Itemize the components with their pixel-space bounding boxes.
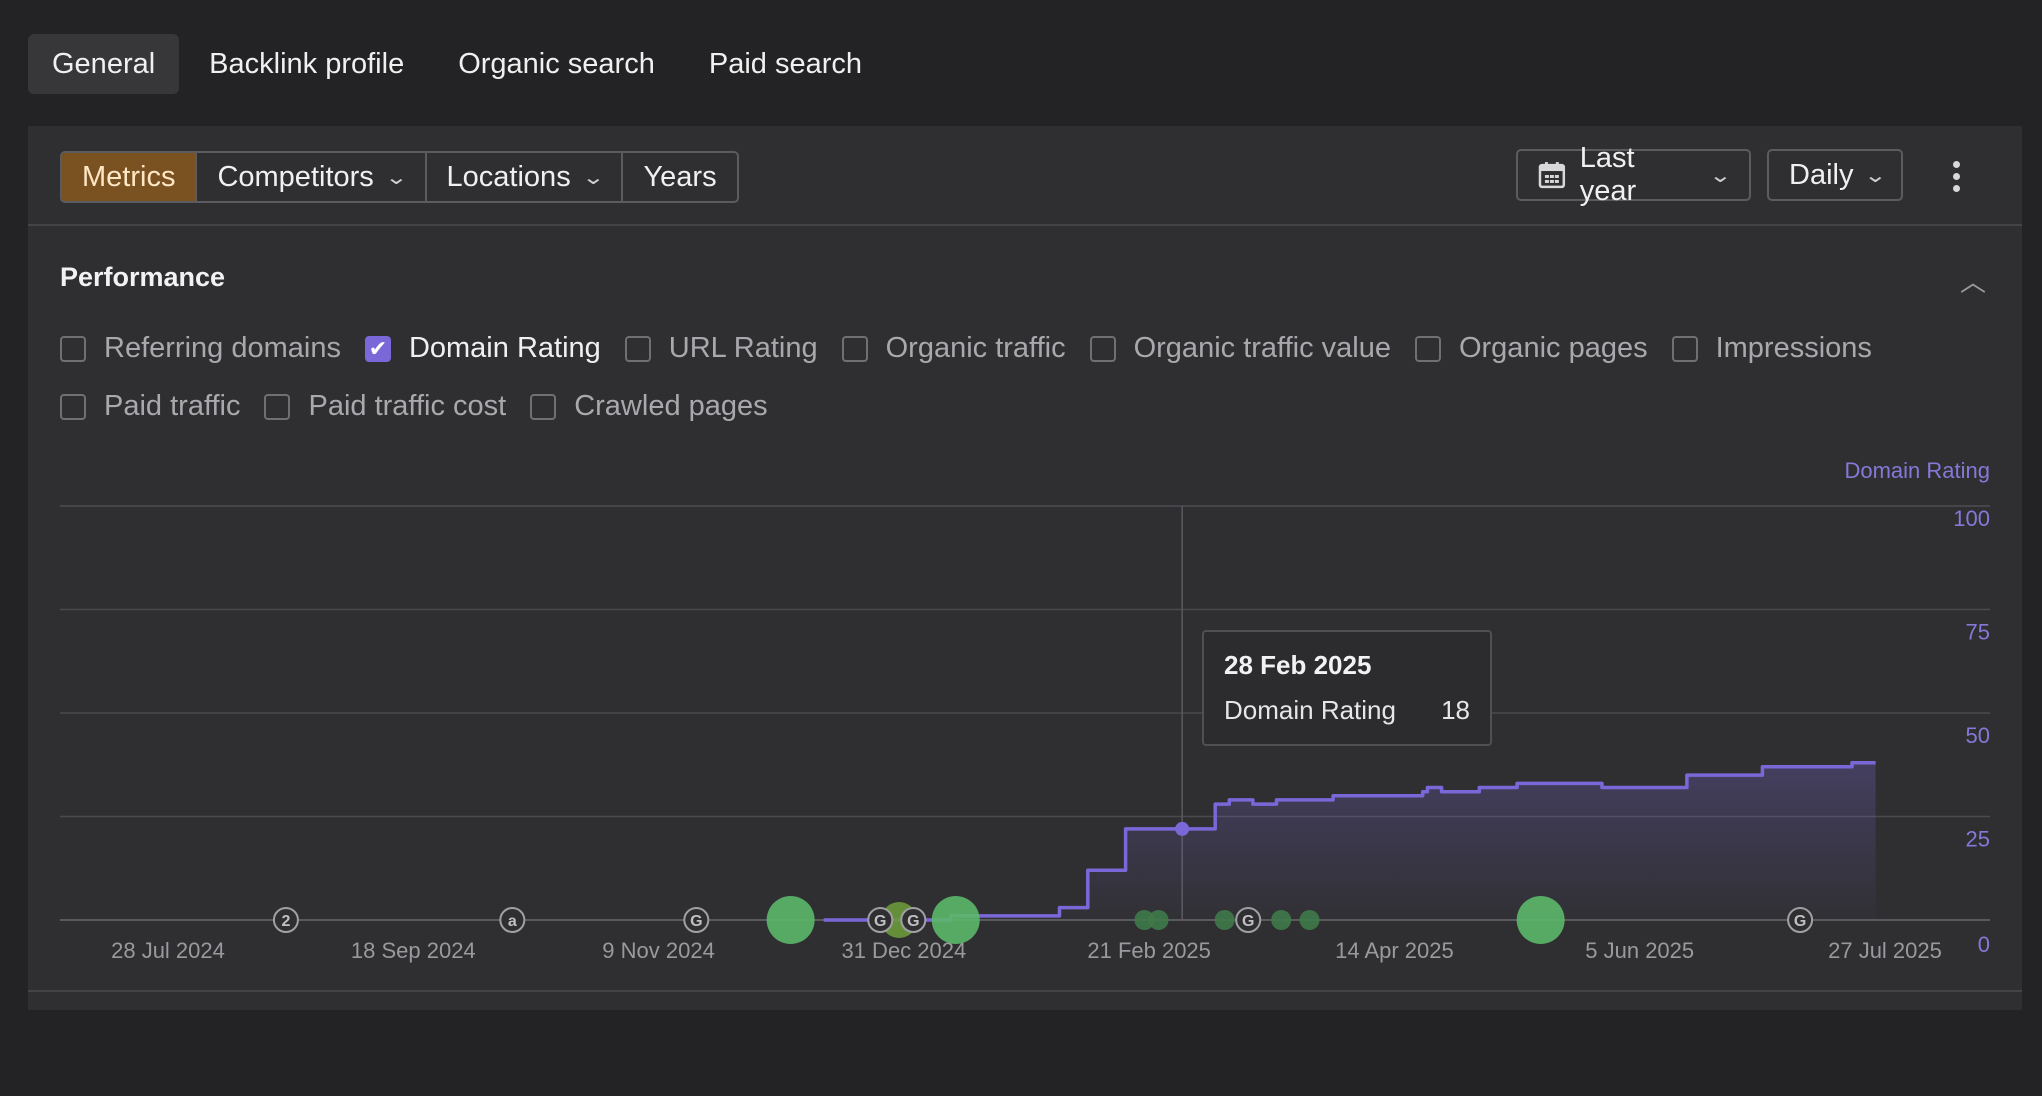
metric-checkboxes-row-2: Paid traffic Paid traffic cost Crawled p… [60,390,792,423]
annotation-marker-label: 2 [281,913,290,930]
checkbox-label: Organic traffic [885,332,1066,364]
checkbox-box [60,335,86,362]
checkbox-url-rating[interactable]: URL Rating [624,332,818,365]
checkbox-label: Paid traffic [104,390,241,422]
x-tick-label: 27 Jul 2025 [1828,938,1942,963]
x-tick-label: 28 Jul 2024 [111,938,225,963]
chart-tooltip: 28 Feb 2025 Domain Rating 18 [1202,630,1492,746]
tooltip-value: 18 [1441,695,1470,725]
tab-organic-search[interactable]: Organic search [434,34,679,94]
metrics-label: Metrics [82,160,176,193]
checkbox-referring-domains[interactable]: Referring domains [60,332,341,365]
event-circle [1516,896,1565,944]
x-tick-label: 5 Jun 2025 [1585,938,1694,963]
section-title: Performance [60,262,226,292]
checkbox-crawled-pages[interactable]: Crawled pages [530,390,768,423]
hover-point [1175,821,1190,836]
checkbox-organic-pages[interactable]: Organic pages [1414,332,1648,365]
checkbox-impressions[interactable]: Impressions [1671,332,1872,365]
panel-divider [28,990,2022,992]
chevron-down-icon: ⌄ [1864,164,1888,187]
years-button[interactable]: Years [623,153,736,201]
checkbox-label: Organic pages [1458,332,1648,364]
event-circle [766,896,815,944]
annotation-marker-label: G [907,913,919,930]
y-tick-label: 75 [1966,620,1990,645]
x-tick-label: 9 Nov 2024 [602,938,715,963]
x-tick-label: 18 Sep 2024 [351,938,476,963]
competitors-label: Competitors [217,160,374,193]
tooltip-date: 28 Feb 2025 [1224,650,1372,680]
checkbox-box [264,393,291,420]
y-tick-label: 100 [1953,506,1990,531]
checkbox-box [624,335,651,362]
checkbox-label: Domain Rating [408,332,601,364]
competitors-dropdown[interactable]: Competitors ⌄ [197,153,427,201]
tab-paid-search[interactable]: Paid search [685,34,886,94]
chevron-down-icon: ⌄ [384,166,408,189]
granularity-label: Daily [1789,158,1854,191]
more-options-icon[interactable] [1938,156,1974,196]
tab-backlink-profile[interactable]: Backlink profile [185,34,428,94]
annotation-marker-label: a [508,913,517,930]
overview-panel: Metrics Competitors ⌄ Locations ⌄ Years La… [28,126,2022,1010]
locations-label: Locations [446,160,571,193]
checkbox-label: Impressions [1715,332,1872,364]
event-circle [1148,910,1169,930]
tab-general[interactable]: General [28,34,180,94]
checkbox-label: URL Rating [668,332,818,364]
checkbox-label: Crawled pages [574,390,768,422]
checkbox-box [841,335,868,362]
event-circle [1299,910,1320,930]
period-label: Last year [1579,142,1637,207]
locations-dropdown[interactable]: Locations ⌄ [427,153,624,201]
y-tick-label: 25 [1966,827,1990,852]
annotation-marker-label: G [874,913,886,930]
event-circle [1214,910,1235,930]
years-label: Years [643,160,717,193]
checkbox-organic-traffic[interactable]: Organic traffic [841,332,1066,365]
annotation-marker-label: G [690,913,702,930]
chevron-down-icon: ⌄ [1708,164,1733,187]
y-tick-label: 50 [1966,723,1990,748]
calendar-icon [1538,162,1566,189]
annotation-marker-label: G [1794,913,1806,930]
domain-rating-area [823,762,1876,920]
checkbox-label: Paid traffic cost [308,390,507,422]
checkbox-box [1671,335,1698,362]
x-tick-label: 14 Apr 2025 [1335,938,1454,963]
metric-checkboxes-row-1: Referring domains ✔ Domain Rating URL Rat… [60,332,1896,365]
collapse-chevron-up-icon[interactable]: ︿ [1958,262,1988,297]
chevron-down-icon: ⌄ [581,166,605,189]
period-dropdown[interactable]: Last year ⌄ [1516,142,1751,207]
y-tick-label: 0 [1978,932,1990,957]
granularity-dropdown[interactable]: Daily ⌄ [1767,149,1903,201]
checkbox-box [60,393,86,420]
view-segmented-control: Metrics Competitors ⌄ Locations ⌄ Years [60,151,739,203]
checkbox-label: Organic traffic value [1133,332,1391,364]
checkbox-box [1414,335,1441,362]
checkmark-icon: ✔ [364,335,391,362]
top-tabs: General Backlink profile Organic search … [28,34,886,94]
checkbox-domain-rating[interactable]: ✔ Domain Rating [364,332,601,365]
x-tick-label: 21 Feb 2025 [1087,938,1211,963]
checkbox-box [530,393,557,420]
chart-toolbar: Metrics Competitors ⌄ Locations ⌄ Years La… [28,126,2022,226]
tooltip-label: Domain Rating [1224,695,1396,725]
event-circle [1271,910,1292,930]
checkbox-paid-traffic[interactable]: Paid traffic [60,390,240,423]
checkbox-label: Referring domains [104,332,341,364]
annotation-marker-label: G [1242,913,1254,930]
checkbox-organic-traffic-value[interactable]: Organic traffic value [1089,332,1391,365]
metrics-button[interactable]: Metrics [62,153,198,201]
event-circle [931,896,980,944]
domain-rating-chart[interactable]: 0 25 50 75 100 28 Jul 2024 18 Sep 2024 9 Nov 20… [28,476,2022,1096]
checkbox-box [1089,335,1116,362]
checkbox-paid-traffic-cost[interactable]: Paid traffic cost [264,390,506,423]
